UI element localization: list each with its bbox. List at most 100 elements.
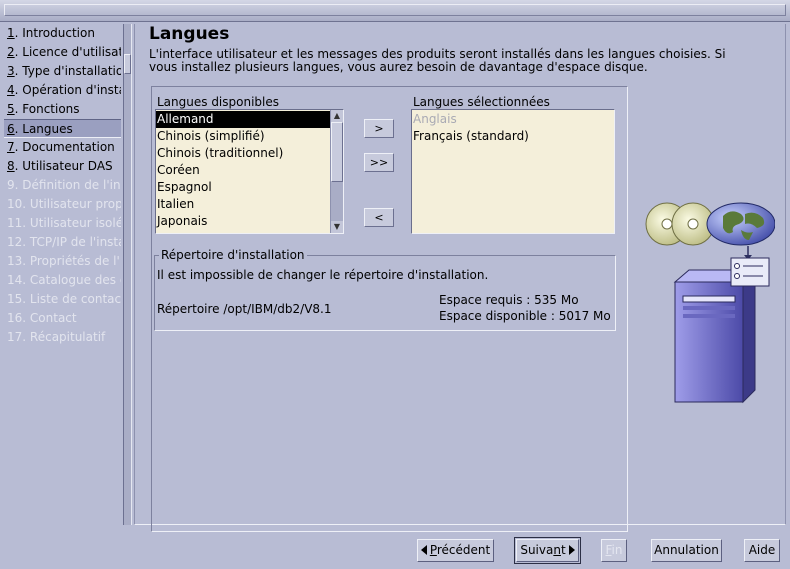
cancel-button[interactable]: Annulation (651, 539, 722, 562)
finish-label-post: in (611, 543, 623, 557)
next-mnemonic: n (553, 543, 561, 557)
available-language-item[interactable]: Coréen (156, 162, 330, 179)
step-number: 8 (7, 159, 15, 173)
available-language-item[interactable]: Italien (156, 196, 330, 213)
cd-icon (645, 202, 715, 246)
step-label: . Récapitulatif (22, 330, 106, 344)
step-number: 15 (7, 292, 23, 306)
step-number: 5 (7, 102, 15, 116)
step-number: 6 (7, 122, 15, 136)
sidebar-step-16[interactable]: 16. Contact (4, 309, 121, 328)
step-label: . TCP/IP de l'insta (22, 235, 121, 249)
step-label: . Langues (14, 122, 73, 136)
available-language-item[interactable]: Espagnol (156, 179, 330, 196)
step-label: . Contact (22, 311, 77, 325)
next-label-post: t (560, 543, 566, 557)
sidebar-step-17[interactable]: 17. Récapitulatif (4, 328, 121, 347)
space-available: Espace disponible : 5017 Mo (439, 309, 611, 323)
remove-language-button[interactable]: < (364, 208, 394, 227)
sidebar-step-5[interactable]: 5. Fonctions (4, 100, 121, 119)
step-number: 4 (7, 83, 15, 97)
step-number: 2 (7, 45, 15, 59)
chevron-right-icon (568, 545, 575, 555)
step-label: . Liste de contact (22, 292, 121, 306)
step-label: . Catalogue des c (22, 273, 121, 287)
add-language-button[interactable]: > (364, 119, 394, 138)
available-languages-label: Langues disponibles (157, 95, 280, 109)
selected-languages-label: Langues sélectionnées (413, 95, 550, 109)
document-icon (730, 257, 770, 287)
help-button[interactable]: Aide (744, 539, 780, 562)
step-number: 17 (7, 330, 23, 344)
previous-label-post: récédent (436, 543, 491, 557)
globe-icon (706, 202, 775, 246)
sidebar-step-11[interactable]: 11. Utilisateur isolé (4, 214, 121, 233)
sidebar-scroll-thumb[interactable] (124, 54, 131, 74)
step-label: . Licence d'utilisati (14, 45, 121, 59)
finish-button[interactable]: Fin (601, 539, 627, 562)
sidebar-step-15[interactable]: 15. Liste de contact (4, 290, 121, 309)
window-titlebar (0, 0, 790, 22)
space-required: Espace requis : 535 Mo (439, 293, 579, 307)
step-label: . Fonctions (14, 102, 80, 116)
sidebar-step-10[interactable]: 10. Utilisateur propr (4, 195, 121, 214)
sidebar-scrollbar[interactable] (123, 24, 132, 525)
sidebar-step-12[interactable]: 12. TCP/IP de l'insta (4, 233, 121, 252)
step-number: 1 (7, 26, 15, 40)
available-language-item[interactable]: Japonais (156, 213, 330, 230)
sidebar-step-3[interactable]: 3. Type d'installatio (4, 62, 121, 81)
chevron-left-icon (420, 545, 427, 555)
page-title: Langues (149, 24, 230, 44)
step-label: . Utilisateur propr (22, 197, 121, 211)
step-number: 11 (7, 216, 23, 230)
server-icon (673, 268, 757, 404)
step-label: . Type d'installatio (14, 64, 121, 78)
step-label: . Introduction (14, 26, 95, 40)
previous-button[interactable]: Précédent (417, 539, 494, 562)
install-directory-path: Répertoire /opt/IBM/db2/V8.1 (157, 302, 332, 316)
scroll-up-icon[interactable]: ▲ (331, 110, 343, 122)
step-label: . Opération d'insta (14, 83, 121, 97)
sidebar-step-2[interactable]: 2. Licence d'utilisati (4, 43, 121, 62)
step-number: 16 (7, 311, 23, 325)
install-directory-group: Répertoire d'installation Il est impossi… (154, 248, 616, 331)
available-languages-list[interactable]: Allemand Chinois (simplifié) Chinois (trad… (155, 109, 344, 234)
sidebar-step-1[interactable]: 1. Introduction (4, 24, 121, 43)
next-button[interactable]: Suivant (514, 537, 581, 564)
sidebar-step-14[interactable]: 14. Catalogue des c (4, 271, 121, 290)
install-directory-legend: Répertoire d'installation (159, 248, 307, 262)
languages-panel: Langues disponibles Allemand Chinois (sim… (151, 86, 628, 532)
available-language-item[interactable]: Chinois (simplifié) (156, 128, 330, 145)
step-label: . Documentation (14, 140, 115, 154)
previous-mnemonic: P (429, 543, 437, 557)
sidebar-step-4[interactable]: 4. Opération d'insta (4, 81, 121, 100)
step-label: . Définition de l'ins (14, 178, 121, 192)
available-language-item[interactable]: Chinois (traditionnel) (156, 145, 330, 162)
sidebar-step-6[interactable]: 6. Langues (4, 119, 121, 138)
sidebar-step-8[interactable]: 8. Utilisateur DAS (4, 157, 121, 176)
step-number: 12 (7, 235, 23, 249)
step-number: 13 (7, 254, 23, 268)
selected-languages-list[interactable]: Anglais Français (standard) (411, 109, 615, 234)
page-description: L'interface utilisateur et les messages … (149, 47, 726, 74)
step-label: . Utilisateur DAS (14, 159, 113, 173)
content-area: Langues L'interface utilisateur et les m… (134, 24, 786, 532)
available-list-scroll-thumb[interactable] (331, 122, 343, 182)
sidebar-step-13[interactable]: 13. Propriétés de l'i (4, 252, 121, 271)
add-all-languages-button[interactable]: >> (364, 153, 394, 172)
available-list-scrollbar[interactable]: ▲ ▼ (330, 110, 343, 233)
step-number: 10 (7, 197, 23, 211)
next-label-pre: Suiva (520, 543, 554, 557)
sidebar-step-9[interactable]: 9. Définition de l'ins (4, 176, 121, 195)
step-label: . Propriétés de l'i (22, 254, 121, 268)
selected-language-item[interactable]: Français (standard) (412, 128, 612, 145)
available-language-item[interactable]: Allemand (156, 111, 330, 128)
sidebar-step-7[interactable]: 7. Documentation (4, 138, 121, 157)
scroll-down-icon[interactable]: ▼ (331, 221, 343, 233)
step-number: 7 (7, 140, 15, 154)
selected-language-item[interactable]: Anglais (412, 111, 612, 128)
step-number: 3 (7, 64, 15, 78)
step-number: 9 (7, 178, 15, 192)
install-illustration-icon (645, 202, 775, 404)
steps-sidebar: 1. Introduction 2. Licence d'utilisati 3. … (4, 24, 121, 524)
